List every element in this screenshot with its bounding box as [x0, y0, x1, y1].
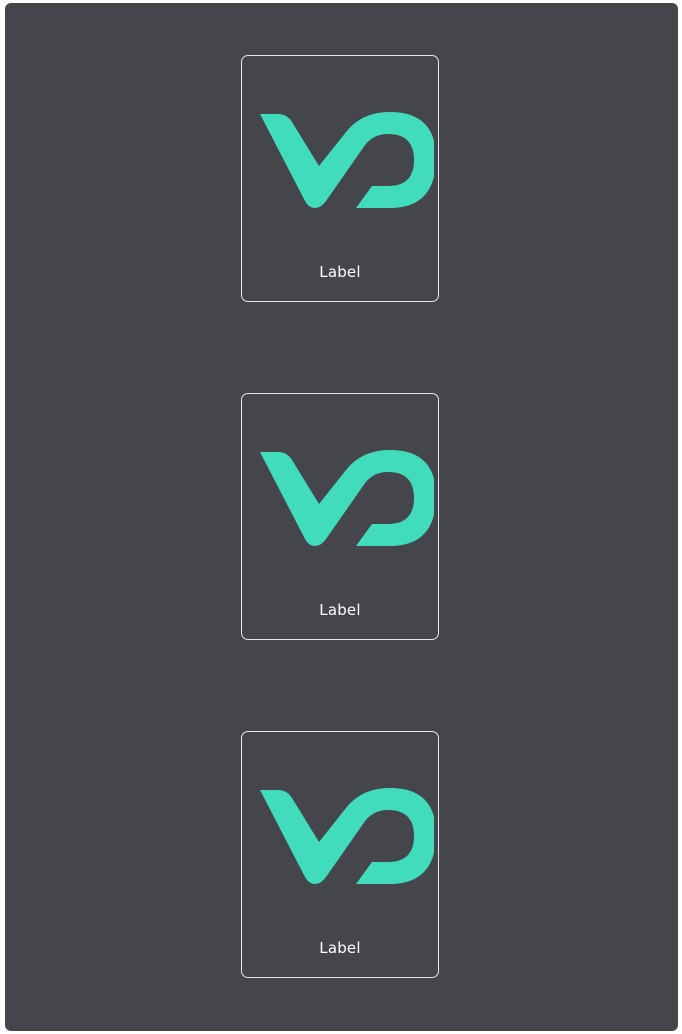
card-label: Label [319, 263, 361, 281]
vd-logo-icon [260, 788, 434, 884]
card-label: Label [319, 939, 361, 957]
vd-logo-icon [260, 112, 434, 208]
card-label: Label [319, 601, 361, 619]
logo-card-2[interactable]: Label [241, 393, 439, 640]
logo-card-1[interactable]: Label [241, 55, 439, 302]
card-list-panel: Label Label Label [5, 3, 678, 1031]
logo-card-3[interactable]: Label [241, 731, 439, 978]
vd-logo-icon [260, 450, 434, 546]
